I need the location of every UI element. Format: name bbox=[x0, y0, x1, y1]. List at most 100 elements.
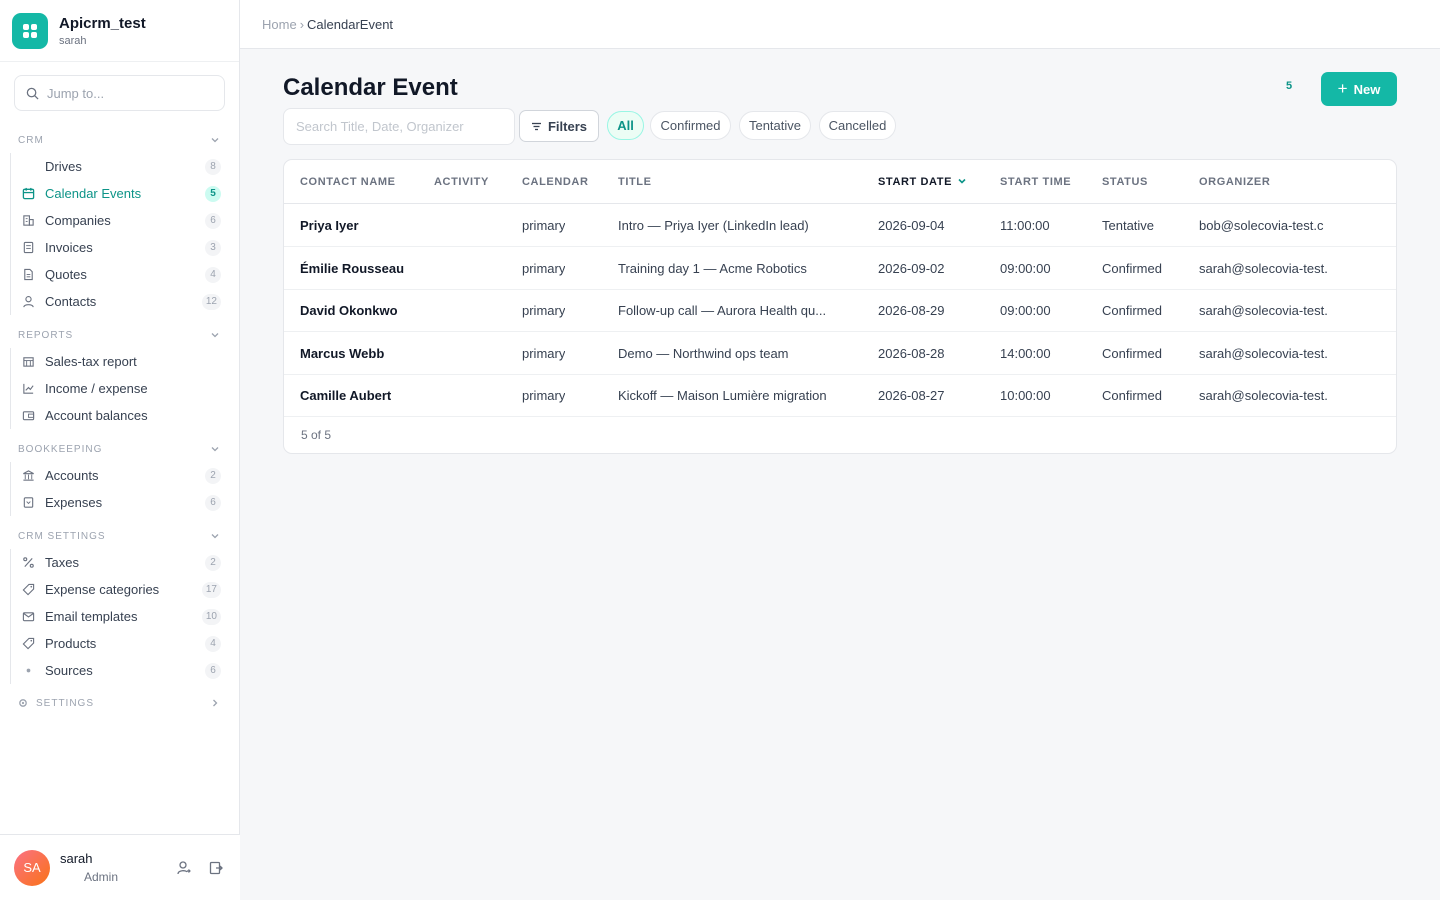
sidebar-item-account-balances[interactable]: Account balances bbox=[11, 402, 240, 429]
cell-contact: Marcus Webb bbox=[300, 346, 385, 361]
cell-start-time: 11:00:00 bbox=[1000, 218, 1050, 233]
logout-icon bbox=[209, 861, 223, 874]
table-row[interactable]: Camille Aubert primary Kickoff — Maison … bbox=[284, 374, 1396, 417]
search-input[interactable] bbox=[296, 119, 501, 134]
sidebar: Apicrm_test sarah CRM Drives 8 Calendar … bbox=[0, 0, 240, 900]
filters-button[interactable]: Filters bbox=[519, 110, 599, 142]
user-icon bbox=[21, 295, 35, 309]
table-row[interactable]: Émilie Rousseau primary Training day 1 —… bbox=[284, 247, 1396, 290]
count-badge: 6 bbox=[205, 212, 221, 229]
sidebar-item-contacts[interactable]: Contacts 12 bbox=[11, 288, 240, 315]
table-row[interactable]: David Okonkwo primary Follow-up call — A… bbox=[284, 289, 1396, 332]
section-crm[interactable]: CRM bbox=[0, 130, 240, 150]
sidebar-item-label: Drives bbox=[45, 159, 82, 174]
sidebar-item-taxes[interactable]: Taxes 2 bbox=[11, 549, 240, 576]
cell-start-date: 2026-08-29 bbox=[878, 303, 945, 318]
chip-tentative[interactable]: Tentative bbox=[739, 111, 811, 140]
search-box[interactable] bbox=[283, 108, 515, 145]
section-settings[interactable]: SETTINGS bbox=[0, 693, 240, 713]
filter-icon bbox=[531, 122, 541, 130]
sidebar-item-email-templates[interactable]: Email templates 10 bbox=[11, 603, 240, 630]
section-bookkeeping[interactable]: BOOKKEEPING bbox=[0, 439, 240, 459]
section-reports[interactable]: REPORTS bbox=[0, 325, 240, 345]
section-crm-settings[interactable]: CRM SETTINGS bbox=[0, 526, 240, 546]
count-badge: 6 bbox=[205, 494, 221, 511]
topbar: Home › CalendarEvent bbox=[240, 0, 1440, 49]
dot-icon bbox=[21, 664, 35, 678]
user-bar: SA sarah Admin bbox=[0, 834, 240, 900]
jump-to-input[interactable] bbox=[47, 85, 207, 101]
chip-all[interactable]: All bbox=[607, 111, 644, 140]
logout-button[interactable] bbox=[206, 858, 226, 878]
col-status[interactable]: STATUS bbox=[1102, 176, 1148, 188]
sidebar-item-drives[interactable]: Drives 8 bbox=[11, 153, 240, 180]
sidebar-item-label: Sources bbox=[45, 663, 93, 678]
col-calendar[interactable]: CALENDAR bbox=[522, 176, 589, 188]
cell-contact: Priya Iyer bbox=[300, 218, 359, 233]
sidebar-item-label: Calendar Events bbox=[45, 186, 142, 201]
sidebar-item-label: Quotes bbox=[45, 267, 87, 282]
section-label: CRM bbox=[18, 134, 44, 146]
sidebar-item-companies[interactable]: Companies 6 bbox=[11, 207, 240, 234]
avatar[interactable]: SA bbox=[14, 849, 50, 886]
line-chart-icon bbox=[21, 382, 35, 396]
cell-title: Intro — Priya Iyer (LinkedIn lead) bbox=[618, 218, 809, 233]
user-name: sarah bbox=[60, 851, 93, 866]
col-contact-name[interactable]: CONTACT NAME bbox=[300, 176, 396, 188]
col-organizer[interactable]: ORGANIZER bbox=[1199, 176, 1270, 188]
cell-contact: Émilie Rousseau bbox=[300, 261, 405, 276]
sidebar-item-products[interactable]: Products 4 bbox=[11, 630, 240, 657]
sidebar-item-quotes[interactable]: Quotes 4 bbox=[11, 261, 240, 288]
filters-label: Filters bbox=[547, 118, 587, 134]
section-label: SETTINGS bbox=[36, 697, 95, 709]
sidebar-item-expense-categories[interactable]: Expense categories 17 bbox=[11, 576, 240, 603]
bank-icon bbox=[21, 469, 35, 483]
switch-user-button[interactable] bbox=[174, 858, 194, 878]
col-start-date[interactable]: START DATE bbox=[878, 176, 967, 188]
table-row[interactable]: Priya Iyer primary Intro — Priya Iyer (L… bbox=[284, 204, 1396, 247]
app-logo-icon[interactable] bbox=[12, 12, 48, 49]
chip-confirmed[interactable]: Confirmed bbox=[650, 111, 731, 140]
sidebar-item-label: Expense categories bbox=[45, 582, 160, 597]
col-title[interactable]: TITLE bbox=[618, 176, 652, 188]
cell-calendar: primary bbox=[522, 261, 566, 276]
chevron-down-icon bbox=[211, 138, 219, 143]
count-badge: 17 bbox=[201, 581, 221, 598]
section-label: BOOKKEEPING bbox=[18, 443, 103, 455]
col-activity[interactable]: ACTIVITY bbox=[434, 176, 489, 188]
cell-contact: Camille Aubert bbox=[300, 388, 392, 403]
sidebar-item-accounts[interactable]: Accounts 2 bbox=[11, 462, 240, 489]
sidebar-item-sources[interactable]: Sources 6 bbox=[11, 657, 240, 684]
percent-icon bbox=[21, 556, 35, 570]
sidebar-item-label: Income / expense bbox=[45, 381, 148, 396]
sidebar-item-invoices[interactable]: Invoices 3 bbox=[11, 234, 240, 261]
sidebar-item-sales-tax-report[interactable]: Sales-tax report bbox=[11, 348, 240, 375]
cell-organizer: sarah@solecovia-test. bbox=[1199, 261, 1328, 276]
chevron-right-icon bbox=[213, 699, 218, 707]
sidebar-item-income-expense[interactable]: Income / expense bbox=[11, 375, 240, 402]
chevron-down-icon bbox=[211, 447, 219, 452]
cell-calendar: primary bbox=[522, 303, 566, 318]
new-button[interactable]: + New bbox=[1321, 72, 1397, 106]
jump-to-search[interactable] bbox=[14, 75, 225, 111]
sort-desc-icon bbox=[958, 178, 966, 184]
gear-icon bbox=[19, 699, 27, 707]
search-icon bbox=[26, 87, 39, 100]
app-title: Apicrm_test bbox=[59, 14, 146, 32]
sidebar-item-calendar-events[interactable]: Calendar Events 5 bbox=[11, 180, 240, 207]
chip-cancelled[interactable]: Cancelled bbox=[819, 111, 896, 140]
tag-icon bbox=[21, 583, 35, 597]
sidebar-item-label: Companies bbox=[45, 213, 111, 228]
col-start-time[interactable]: START TIME bbox=[1000, 176, 1071, 188]
invoice-icon bbox=[21, 241, 35, 255]
cell-status: Tentative bbox=[1102, 218, 1155, 233]
user-role: Admin bbox=[84, 870, 119, 884]
table-row[interactable]: Marcus Webb primary Demo — Northwind ops… bbox=[284, 332, 1396, 375]
cell-start-time: 14:00:00 bbox=[1000, 346, 1051, 361]
breadcrumb-home[interactable]: Home bbox=[262, 17, 297, 32]
cell-calendar: primary bbox=[522, 218, 566, 233]
receipt-icon bbox=[21, 496, 35, 510]
cell-start-date: 2026-09-04 bbox=[878, 218, 945, 233]
sidebar-item-expenses[interactable]: Expenses 6 bbox=[11, 489, 240, 516]
cell-status: Confirmed bbox=[1102, 303, 1162, 318]
